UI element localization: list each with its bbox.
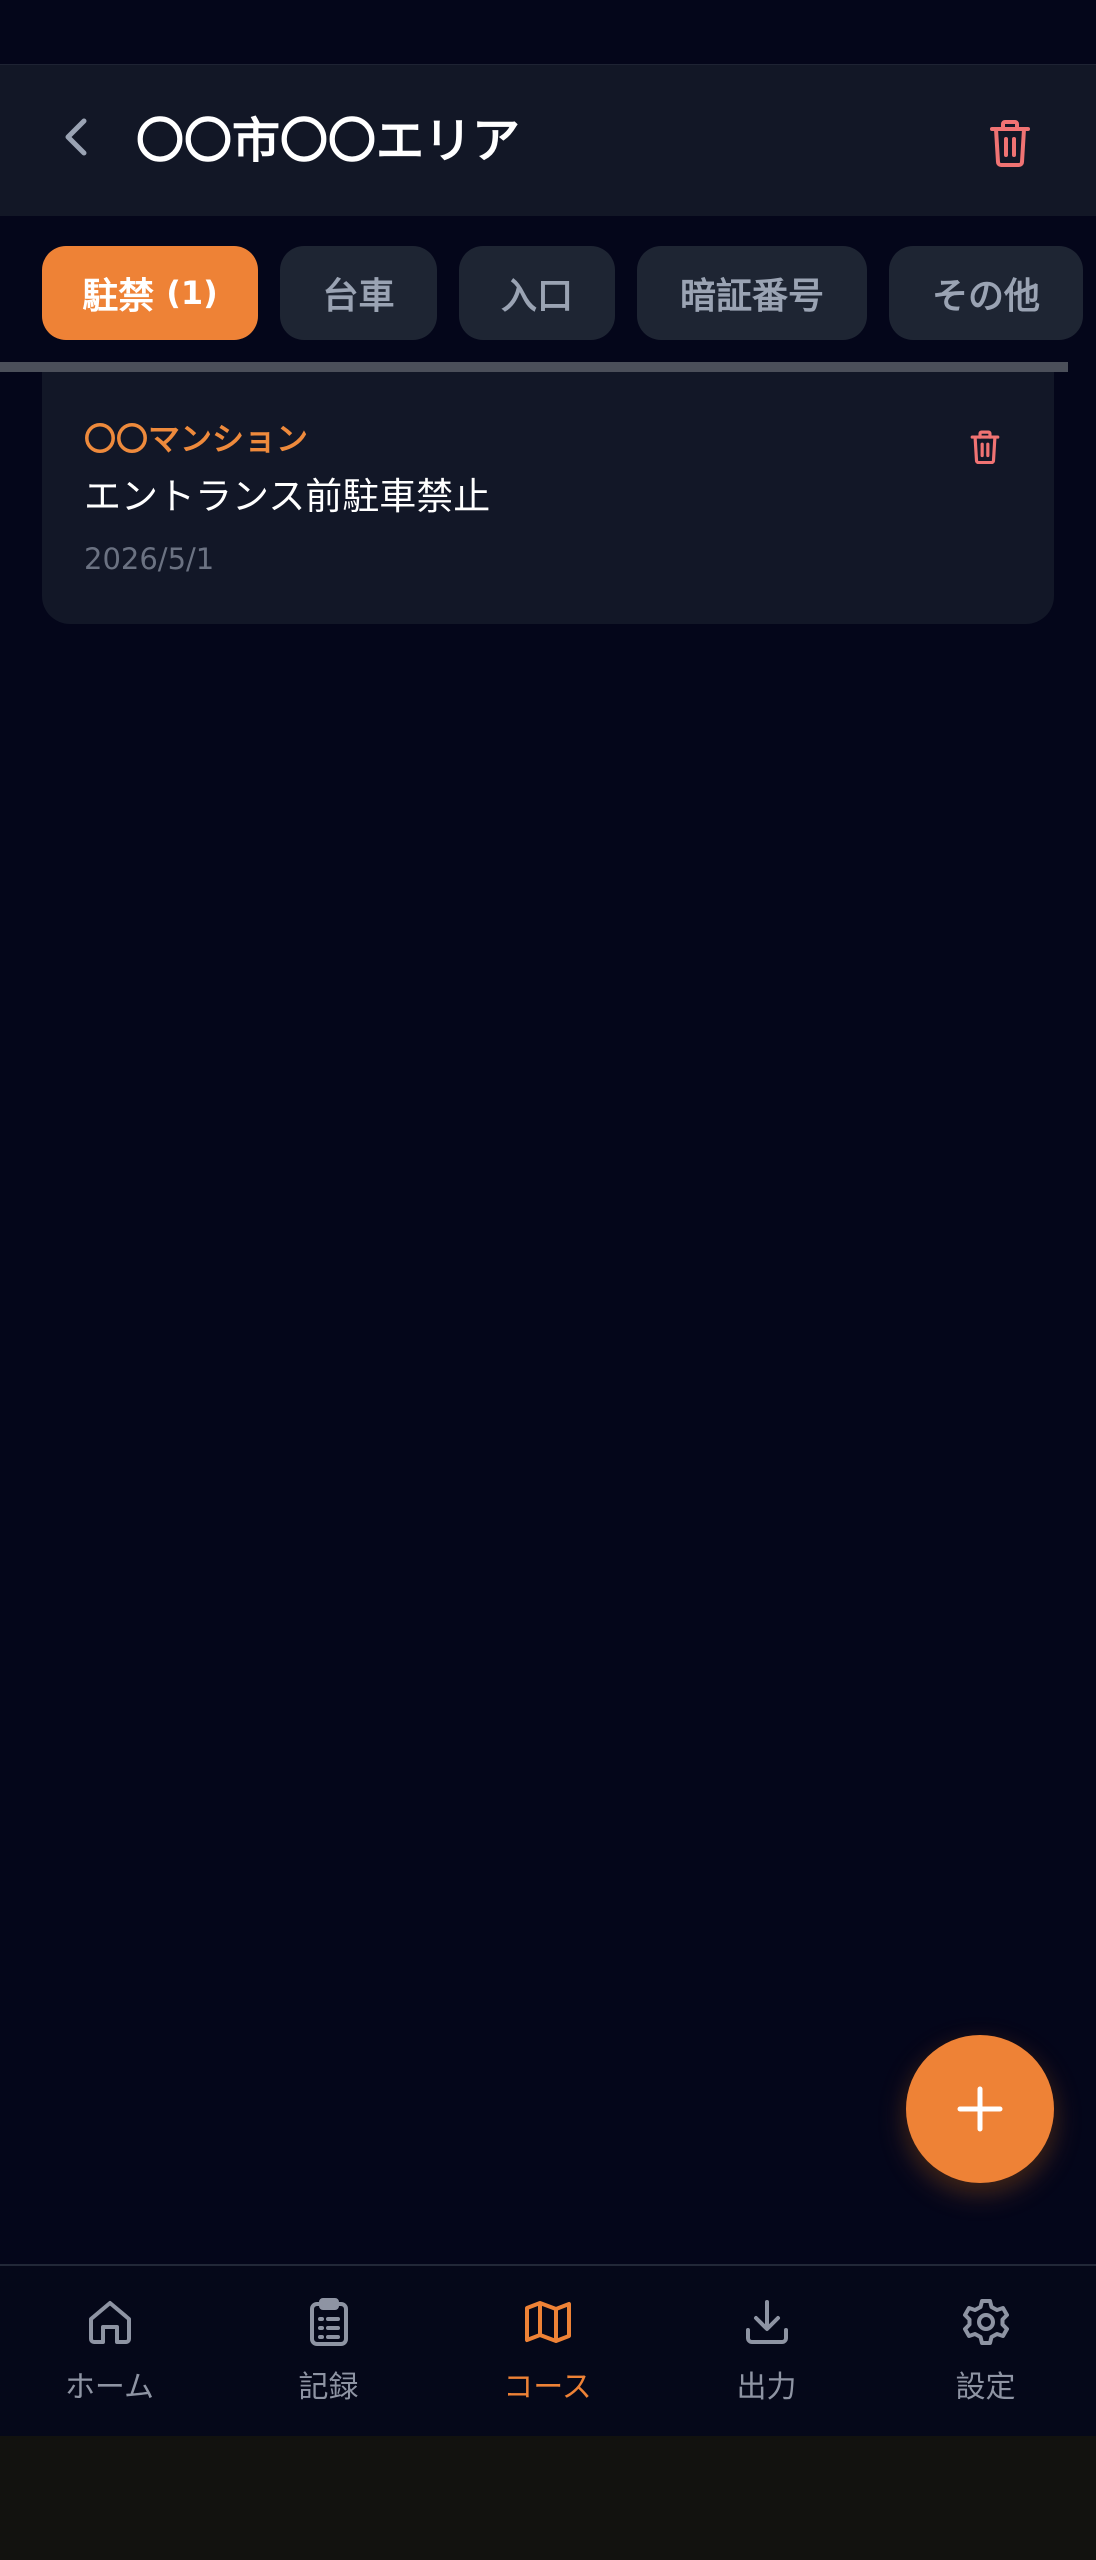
nav-label: 出力	[736, 2370, 797, 2405]
note-text: エントランス前駐車禁止	[84, 475, 491, 518]
add-note-button[interactable]	[906, 2035, 1054, 2183]
home-icon	[89, 2301, 131, 2344]
nav-export[interactable]: 出力	[657, 2266, 876, 2436]
tab-cart[interactable]: 台車	[280, 246, 437, 340]
tab-label: 駐禁	[82, 276, 155, 317]
nav-label: 設定	[955, 2370, 1016, 2405]
tab-count-badge: (1)	[166, 274, 218, 312]
gear-icon	[963, 2299, 1009, 2345]
map-icon	[525, 2301, 571, 2343]
tab-entrance[interactable]: 入口	[459, 246, 615, 340]
trash-icon	[990, 120, 1030, 167]
clipboard-list-icon	[310, 2298, 348, 2346]
chevron-left-icon	[65, 118, 87, 156]
bottom-navigation: ホーム 記録 コース 出力 設定	[0, 2264, 1096, 2438]
nav-label: 記録	[298, 2370, 359, 2405]
nav-settings[interactable]: 設定	[876, 2266, 1095, 2436]
nav-course[interactable]: コース	[438, 2266, 657, 2436]
note-date: 2026/5/1	[84, 542, 215, 576]
delete-course-button[interactable]	[976, 109, 1044, 177]
back-button[interactable]	[44, 105, 108, 169]
page-title: 〇〇市〇〇エリア	[136, 113, 521, 169]
category-tabs: 駐禁 (1) 台車 入口 暗証番号 その他	[0, 246, 1096, 342]
app-header: 〇〇市〇〇エリア	[0, 64, 1096, 216]
tabs-scrollbar[interactable]	[0, 362, 1068, 372]
note-place-name: 〇〇マンション	[84, 420, 309, 458]
tab-label: 入口	[500, 276, 573, 317]
tab-label: 台車	[322, 276, 395, 317]
system-navigation-bar	[0, 2436, 1096, 2560]
tab-label: 暗証番号	[679, 276, 824, 317]
tab-other[interactable]: その他	[889, 246, 1083, 340]
delete-note-button[interactable]	[960, 422, 1010, 472]
tab-label: その他	[931, 276, 1040, 317]
nav-records[interactable]: 記録	[219, 2266, 438, 2436]
nav-home[interactable]: ホーム	[0, 2266, 219, 2436]
tab-passcode[interactable]: 暗証番号	[637, 246, 867, 340]
tab-parking-ban[interactable]: 駐禁 (1)	[42, 246, 258, 340]
download-icon	[746, 2300, 788, 2344]
trash-icon	[970, 430, 1000, 464]
plus-icon	[957, 2086, 1003, 2132]
note-card[interactable]: 〇〇マンション エントランス前駐車禁止 2026/5/1	[42, 372, 1054, 624]
nav-label: ホーム	[64, 2370, 155, 2405]
nav-label: コース	[503, 2370, 592, 2405]
status-bar	[0, 0, 1096, 64]
